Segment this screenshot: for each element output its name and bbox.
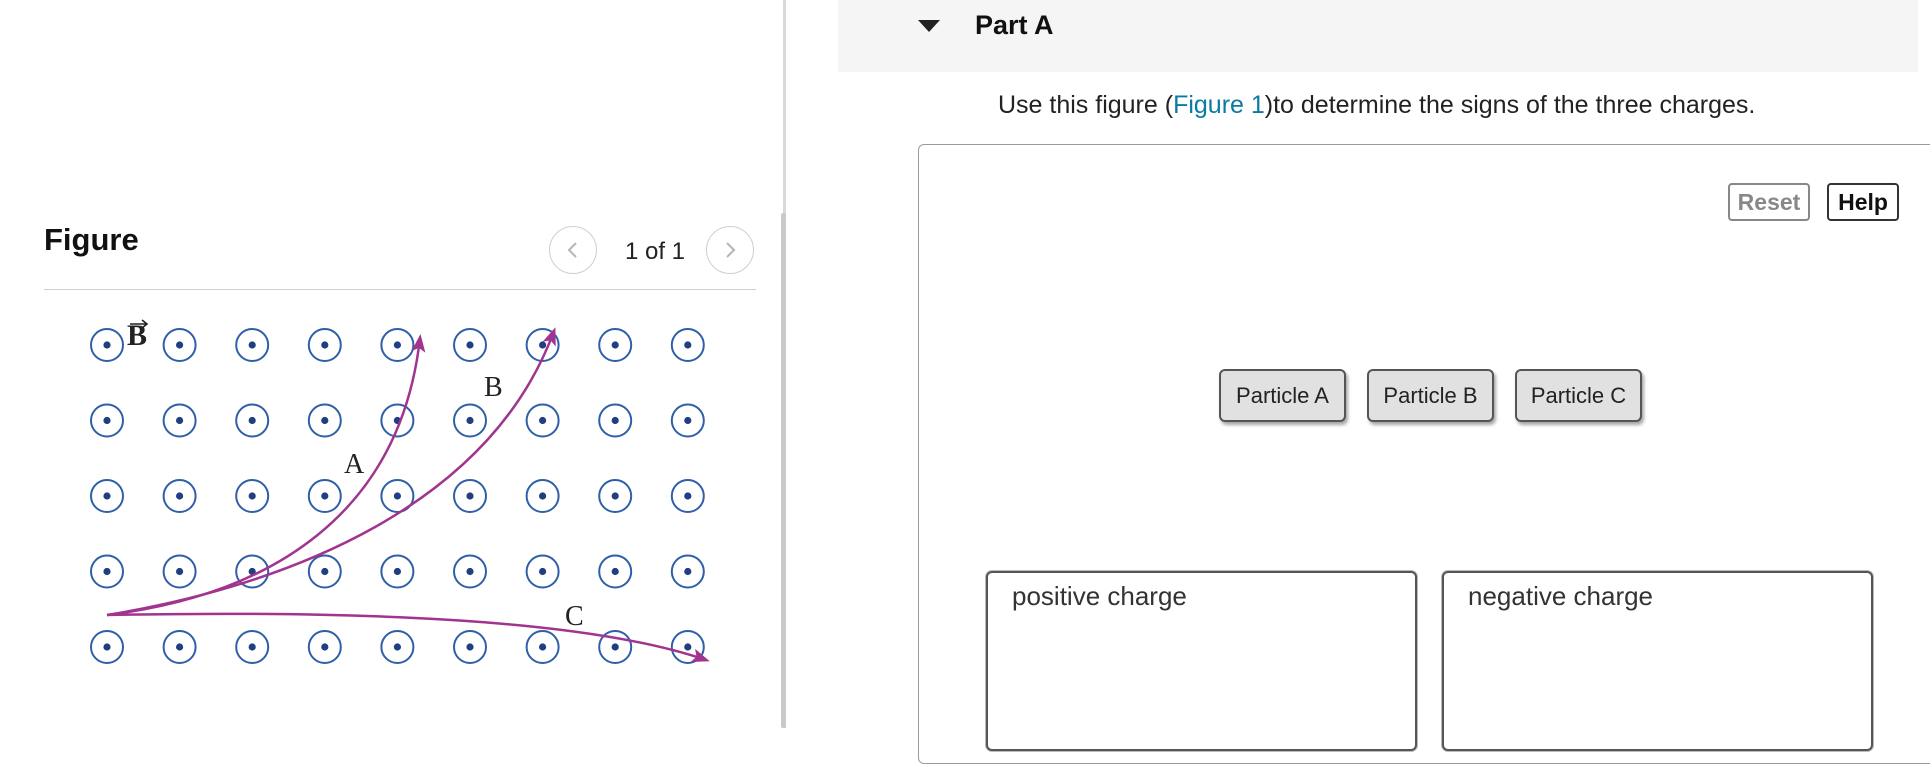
field-out-of-page-symbol [162,328,197,362]
figure-divider [44,289,756,290]
field-out-of-page-symbol [380,554,415,589]
part-title: Part A [975,10,1054,40]
field-out-of-page-symbol [235,403,270,438]
figure-title: Figure [44,222,139,257]
field-out-of-page-symbol [670,328,705,362]
field-out-of-page-symbol [90,479,124,513]
chevron-right-icon [726,242,736,258]
field-out-of-page-symbol [307,403,342,438]
field-out-of-page-symbol [90,554,124,589]
field-out-of-page-symbol [380,403,415,438]
field-out-of-page-symbol [598,479,633,513]
field-out-of-page-symbol [162,554,197,589]
particle-a-chip[interactable]: Particle A [1219,369,1346,422]
field-out-of-page-symbol [162,479,197,513]
figure-panel: Figure 1 of 1 B A B C [0,0,783,728]
question-panel: Part A Use this figure (Figure 1)to dete… [786,0,1930,764]
instruction-text-start: Use this figure ( [998,91,1174,119]
field-out-of-page-symbol [307,328,342,362]
field-out-of-page-symbol [525,479,560,513]
path-label-b: B [484,372,503,403]
chevron-left-icon [567,242,577,258]
field-out-of-page-symbol [162,630,197,664]
field-out-of-page-symbol [670,479,705,513]
field-out-of-page-symbol [307,479,342,513]
field-out-of-page-symbol [453,630,487,664]
field-out-of-page-symbol [598,403,633,438]
field-out-of-page-symbol [525,630,560,664]
field-out-of-page-symbol [90,630,124,664]
question-instruction: Use this figure (Figure 1)to determine t… [998,91,1755,120]
field-out-of-page-symbol [235,479,270,513]
field-out-of-page-symbol [525,403,560,438]
reset-button[interactable]: Reset [1728,183,1810,221]
field-out-of-page-symbol [670,554,705,589]
field-out-of-page-symbol [453,328,487,362]
field-out-of-page-symbol [598,328,633,362]
magnetic-field-figure: B A B C [90,319,710,664]
collapse-caret-icon[interactable] [918,20,940,32]
field-out-of-page-symbol [307,630,342,664]
negative-charge-drop-zone[interactable]: negative charge [1442,571,1873,751]
field-out-of-page-symbol [90,403,124,438]
help-button[interactable]: Help [1827,183,1899,221]
field-out-of-page-symbol [525,554,560,589]
field-out-of-page-symbol [453,403,487,438]
field-out-of-page-symbol [453,479,487,513]
field-out-of-page-symbol [380,630,415,664]
field-out-of-page-symbol [90,328,124,362]
path-label-c: C [565,601,584,632]
field-out-of-page-symbol [598,554,633,589]
next-figure-button[interactable] [706,226,754,274]
particle-b-chip[interactable]: Particle B [1367,369,1494,422]
particle-c-chip[interactable]: Particle C [1515,369,1642,422]
positive-charge-label: positive charge [994,577,1205,616]
negative-charge-label: negative charge [1450,577,1672,616]
field-out-of-page-symbol [235,630,270,664]
field-out-of-page-symbol [235,328,270,362]
positive-charge-drop-zone[interactable]: positive charge [986,571,1417,751]
figure-pager: 1 of 1 [624,238,686,265]
field-out-of-page-symbol [162,403,197,438]
path-label-a: A [344,449,365,480]
field-out-of-page-symbol [670,403,705,438]
previous-figure-button[interactable] [549,226,597,274]
field-out-of-page-symbol [380,328,415,362]
figure-link[interactable]: Figure 1 [1173,91,1265,119]
field-out-of-page-symbol [453,554,487,589]
instruction-text-end: )to determine the signs of the three cha… [1264,91,1756,119]
part-a-header[interactable]: Part A [838,0,1918,72]
field-out-of-page-symbol [307,554,342,589]
